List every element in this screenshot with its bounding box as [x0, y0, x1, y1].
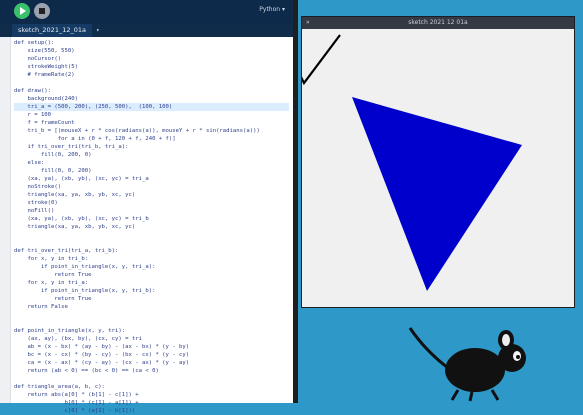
code-line[interactable]: triangle(xa, ya, xb, yb, xc, yc) — [14, 223, 289, 231]
code-line[interactable]: if point_in_triangle(x, y, tri_b): — [14, 287, 289, 295]
code-line[interactable]: b[0] * (c[1] - a[1]) + — [14, 399, 289, 407]
code-line[interactable] — [14, 319, 289, 327]
mascot-image — [408, 327, 526, 402]
code-line[interactable]: if point_in_triangle(x, y, tri_a): — [14, 263, 289, 271]
code-line[interactable] — [14, 231, 289, 239]
sketch-drawing — [299, 34, 522, 291]
tab-sketch[interactable]: sketch_2021_12_01a — [12, 24, 92, 37]
stop-icon[interactable] — [34, 3, 50, 19]
code-line[interactable]: else: — [14, 159, 289, 167]
outline-triangle — [299, 34, 341, 86]
code-line[interactable] — [14, 79, 289, 87]
code-line[interactable]: tri_b = [(mouseX + r * cos(radians(a)), … — [14, 127, 289, 135]
close-icon[interactable]: × — [306, 17, 310, 29]
code-line[interactable] — [14, 311, 289, 319]
code-line[interactable]: noFill() — [14, 207, 289, 215]
code-line[interactable]: (xa, ya), (xb, yb), (xc, yc) = tri_a — [14, 175, 289, 183]
code-line[interactable]: tri_a = (500, 200), (250, 500), (100, 10… — [14, 103, 289, 111]
code-line[interactable]: for a in (0 + f, 120 + f, 240 + f)] — [14, 135, 289, 143]
code-line[interactable]: return False — [14, 303, 289, 311]
code-line[interactable]: fill(0, 0, 200) — [14, 167, 289, 175]
code-line[interactable]: def tri_over_tri(tri_a, tri_b): — [14, 247, 289, 255]
code-line[interactable]: # frameRate(2) — [14, 71, 289, 79]
code-line[interactable]: return abs(a[0] * (b[1] - c[1]) + — [14, 391, 289, 399]
filled-triangle — [352, 97, 522, 291]
code-line[interactable]: def draw(): — [14, 87, 289, 95]
code-line[interactable]: def setup(): — [14, 39, 289, 47]
mascot-tail — [408, 327, 449, 370]
toolbar: Python ▾ — [0, 0, 293, 24]
code-line[interactable]: def triangle_area(a, b, c): — [14, 383, 289, 391]
code-line[interactable]: if tri_over_tri(tri_b, tri_a): — [14, 143, 289, 151]
mascot-pupil — [516, 355, 520, 359]
code-line[interactable]: bc = (x - cx) * (by - cy) - (bx - cx) * … — [14, 351, 289, 359]
code-line[interactable]: c[0] * (a[1] - b[1])) — [14, 407, 289, 415]
code-line[interactable]: for x, y in tri_b: — [14, 255, 289, 263]
code-line[interactable]: background(240) — [14, 95, 289, 103]
code-line[interactable]: return (ab < 0) == (bc < 0) == (ca < 0) — [14, 367, 289, 375]
code-line[interactable]: f = frameCount — [14, 119, 289, 127]
mascot-body — [445, 348, 505, 392]
code-line[interactable] — [14, 239, 289, 247]
code-line[interactable]: (xa, ya), (xb, yb), (xc, yc) = tri_b — [14, 215, 289, 223]
code-line[interactable]: (ax, ay), (bx, by), (cx, cy) = tri — [14, 335, 289, 343]
ide-window: Python ▾ sketch_2021_12_01a ▾ def setup(… — [0, 0, 293, 414]
mascot-ear-inner — [502, 334, 510, 346]
code-area[interactable]: def setup(): size(550, 550) noCursor() s… — [14, 39, 289, 415]
split-divider[interactable] — [293, 0, 298, 403]
code-line[interactable]: return True — [14, 295, 289, 303]
code-line[interactable]: stroke(0) — [14, 199, 289, 207]
code-line[interactable] — [14, 375, 289, 383]
sketch-canvas[interactable] — [299, 29, 574, 307]
code-line[interactable]: fill(0, 200, 0) — [14, 151, 289, 159]
code-line[interactable]: noStroke() — [14, 183, 289, 191]
code-line[interactable]: return True — [14, 271, 289, 279]
editor-gutter — [0, 37, 11, 403]
code-line[interactable]: for x, y in tri_a: — [14, 279, 289, 287]
code-line[interactable]: ab = (x - bx) * (ay - by) - (ax - bx) * … — [14, 343, 289, 351]
code-line[interactable]: triangle(xa, ya, xb, yb, xc, yc) — [14, 191, 289, 199]
code-editor[interactable]: def setup(): size(550, 550) noCursor() s… — [0, 37, 293, 414]
code-line[interactable]: strokeWeight(5) — [14, 63, 289, 71]
code-line[interactable]: r = 100 — [14, 111, 289, 119]
mode-selector[interactable]: Python ▾ — [259, 6, 285, 13]
code-line[interactable]: size(550, 550) — [14, 47, 289, 55]
play-icon[interactable] — [14, 3, 30, 19]
code-line[interactable]: noCursor() — [14, 55, 289, 63]
code-line[interactable]: ca = (x - ax) * (cy - ay) - (cx - ax) * … — [14, 359, 289, 367]
sketch-window-title: sketch 2021 12 01a — [302, 17, 574, 29]
tab-bar: sketch_2021_12_01a ▾ — [0, 24, 293, 37]
sketch-window: sketch 2021 12 01a × — [299, 17, 574, 307]
code-line[interactable]: def point_in_triangle(x, y, tri): — [14, 327, 289, 335]
tab-menu-icon[interactable]: ▾ — [96, 24, 100, 37]
